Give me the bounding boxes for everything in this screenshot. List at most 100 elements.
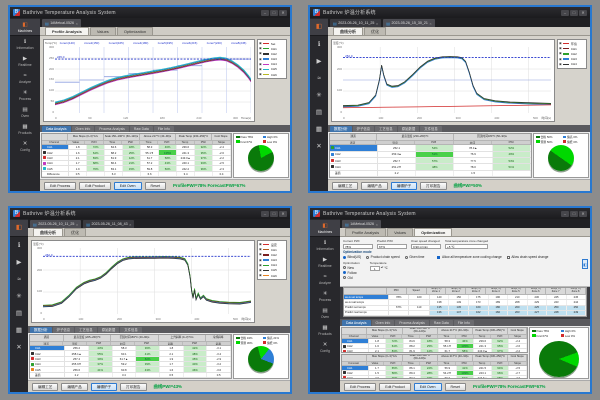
close-button[interactable]: ✕ <box>579 211 587 217</box>
sidebar-item[interactable]: ✕ Config <box>10 138 40 155</box>
panel-toggle-button[interactable]: ◧ <box>582 259 588 269</box>
checkbox-icon[interactable]: ▣ <box>559 42 562 45</box>
legend-item[interactable]: ▣ 设定 <box>259 243 285 247</box>
checkbox-icon[interactable] <box>507 256 510 259</box>
sub-tab[interactable]: Values <box>90 27 116 35</box>
close-tab-icon[interactable]: × <box>76 222 78 227</box>
sidebar-item[interactable]: ✳ Process <box>10 87 40 104</box>
radio-option[interactable]: Follow <box>343 271 360 275</box>
close-button[interactable]: ✕ <box>579 10 587 16</box>
sidebar-item[interactable]: ◧ <box>10 220 28 237</box>
action-button[interactable]: Edit Oven <box>114 182 142 190</box>
sidebar-item[interactable]: ▤ <box>310 104 328 121</box>
action-button[interactable]: 编辑产品 <box>361 182 387 190</box>
legend-item[interactable]: ▣ CH1 <box>259 47 285 51</box>
sidebar-item[interactable]: ▶ Realtime <box>10 53 40 70</box>
radio-icon[interactable] <box>343 266 346 269</box>
sidebar-item[interactable]: ▦ <box>310 121 328 138</box>
file-tab[interactable]: ▤ 2023-05-26_10_11_25 × <box>330 19 381 27</box>
legend-item[interactable]: ▣ CH5 <box>259 268 285 272</box>
action-button[interactable]: Edit Process <box>44 182 76 190</box>
checkbox-icon[interactable]: ▣ <box>559 52 562 55</box>
sidebar-item[interactable]: ▶ Realtime <box>310 254 340 271</box>
sidebar-item[interactable]: ℹ <box>310 36 328 53</box>
table-row[interactable]: 差值 2.21.5 <box>330 171 531 177</box>
radio-icon[interactable] <box>343 271 346 274</box>
radio-icon[interactable] <box>366 256 369 259</box>
radio-option[interactable]: Product chain speed <box>366 255 400 259</box>
checkbox-icon[interactable]: ▣ <box>259 63 262 66</box>
legend-item[interactable]: ▣ CH4 <box>259 62 285 66</box>
checkbox-icon[interactable]: ▣ <box>259 269 262 272</box>
maximize-button[interactable]: □ <box>270 10 278 16</box>
action-button[interactable]: 编辑炉子 <box>91 383 117 391</box>
close-tab-icon[interactable]: × <box>376 222 378 227</box>
sidebar-item[interactable]: ℹ Information <box>310 237 340 254</box>
sidebar-item[interactable]: ▦ Products <box>310 322 340 339</box>
legend-item[interactable]: ▣ 环境 <box>559 42 585 46</box>
field-value-input[interactable]: 0.90 m/min <box>411 244 441 249</box>
legend-item[interactable]: ▣ CH6 <box>259 73 285 77</box>
table-row[interactable]: CH3 2.079%83.215%60.352%244.6▲98%-2.3 <box>342 376 527 380</box>
radio-option[interactable]: Blind(US) <box>343 255 361 259</box>
legend-item[interactable]: ▣ CH2 <box>259 52 285 56</box>
sidebar-item[interactable]: ▤ Oven <box>310 305 340 322</box>
radio-option[interactable]: New <box>343 266 360 270</box>
sidebar-item[interactable]: ✳ Process <box>310 288 340 305</box>
maximize-button[interactable]: □ <box>270 211 278 217</box>
sidebar-item[interactable]: ✳ <box>310 87 328 104</box>
checkbox-icon[interactable]: ▣ <box>559 58 562 61</box>
sub-tab[interactable]: Profile Analysis <box>45 27 89 35</box>
sidebar-item[interactable]: ≈ <box>310 70 328 87</box>
close-button[interactable]: ✕ <box>279 10 287 16</box>
sidebar-item[interactable]: ▦ <box>10 322 28 339</box>
close-tab-icon[interactable]: × <box>376 21 378 26</box>
action-button[interactable]: 编辑工艺 <box>332 182 358 190</box>
action-button[interactable]: 打印报告 <box>420 182 446 190</box>
action-button[interactable]: Reset <box>145 182 166 190</box>
action-button[interactable]: Edit Product <box>379 383 411 391</box>
legend-item[interactable]: ▣ CH2 <box>559 52 585 56</box>
sub-tab[interactable]: Profile Analysis <box>345 228 386 236</box>
legend-item[interactable]: ▣ CH6 <box>259 274 285 278</box>
sub-tab[interactable]: Values <box>387 228 413 236</box>
action-button[interactable]: Edit Oven <box>414 383 442 391</box>
legend-item[interactable]: ▣ CH2 <box>259 253 285 257</box>
radio-option[interactable]: Old <box>343 276 360 280</box>
file-tab[interactable]: ▤ 2023-05-26_10_11_25 × <box>30 220 81 228</box>
legend-item[interactable]: ▣ CH1 <box>259 248 285 252</box>
action-button[interactable]: Edit Process <box>344 383 376 391</box>
table-row[interactable]: Difference 0.56.36.63.40.4 <box>42 172 231 177</box>
sidebar-item[interactable]: ✕ <box>10 339 28 356</box>
radio-icon[interactable] <box>405 256 408 259</box>
action-button[interactable]: 编辑产品 <box>61 383 87 391</box>
sidebar-item[interactable]: ≈ Analyze <box>310 271 340 288</box>
sidebar-item[interactable]: ◧ <box>310 19 328 36</box>
stepper-value[interactable]: 1 <box>370 266 380 271</box>
checkbox-icon[interactable]: ▣ <box>259 68 262 71</box>
checkbox-icon[interactable]: ▣ <box>259 42 262 45</box>
maximize-button[interactable]: □ <box>570 211 578 217</box>
maximize-button[interactable]: □ <box>570 10 578 16</box>
sidebar-item[interactable]: ✕ Config <box>310 339 340 356</box>
action-button[interactable]: Reset <box>445 383 466 391</box>
zone-table-row[interactable]: Predict real temps 136147162182203227248… <box>344 311 586 316</box>
sub-tab[interactable]: Optimization <box>414 228 452 236</box>
sub-tab[interactable]: 优化 <box>64 228 86 236</box>
sidebar-item[interactable]: ℹ <box>10 237 28 254</box>
checkbox-icon[interactable]: ▣ <box>559 47 562 50</box>
checkbox-icon[interactable]: ▣ <box>259 248 262 251</box>
close-tab-icon[interactable]: × <box>129 222 131 227</box>
action-button[interactable]: 编辑工艺 <box>32 383 58 391</box>
checkbox-icon[interactable]: ▣ <box>259 253 262 256</box>
minimize-button[interactable]: – <box>261 211 269 217</box>
radio-icon[interactable] <box>343 276 346 279</box>
checkbox-icon[interactable] <box>437 256 440 259</box>
action-button[interactable]: Edit Product <box>79 182 111 190</box>
sidebar-item[interactable]: ≈ Analyze <box>10 70 40 87</box>
sidebar-item[interactable]: ▶ <box>10 254 28 271</box>
sidebar-item[interactable]: ▶ <box>310 53 328 70</box>
sub-tab[interactable]: 优化 <box>364 27 386 35</box>
close-tab-icon[interactable]: × <box>429 21 431 26</box>
checkbox-icon[interactable]: ▣ <box>259 259 262 262</box>
